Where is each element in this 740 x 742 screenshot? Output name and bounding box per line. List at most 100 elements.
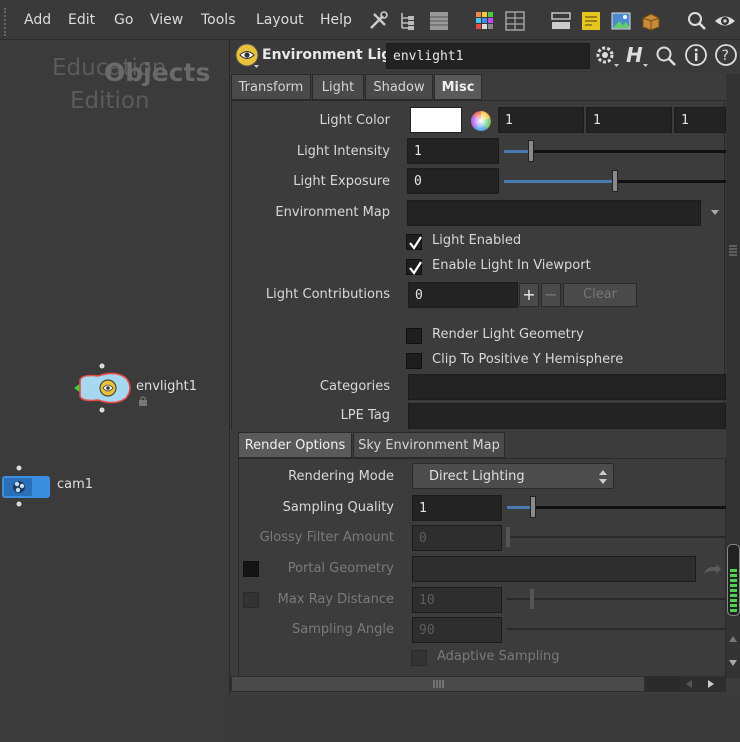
light-intensity-slider-fill [504,150,531,153]
light-exposure-label: Light Exposure [293,174,390,189]
menu-view[interactable]: View [150,12,183,28]
svg-text:H: H [626,43,643,67]
scroll-grip-icon[interactable] [728,244,738,258]
light-color-b-field[interactable]: 1 [674,107,726,133]
lock-icon [139,396,147,406]
image-icon[interactable] [610,11,632,31]
environment-map-field[interactable] [407,200,701,226]
add-contribution-button[interactable]: + [519,283,539,307]
menu-tools[interactable]: Tools [201,12,236,28]
color-grid-icon[interactable] [474,11,496,31]
glossy-filter-slider-knob [506,527,510,547]
camera-node-icon[interactable] [0,464,56,508]
menu-help[interactable]: Help [320,12,352,28]
box-icon[interactable] [640,11,662,31]
light-enabled-checkbox[interactable] [406,234,422,250]
vertical-scrollbar[interactable] [726,74,740,678]
light-color-g-field[interactable]: 1 [586,107,672,133]
portal-geometry-field [412,556,696,582]
rendering-mode-select[interactable]: Direct Lighting [412,463,614,489]
enable-viewport-checkbox[interactable] [406,259,422,275]
lpe-tag-field[interactable] [408,403,726,429]
node-type-icon[interactable] [234,43,260,69]
network-editor[interactable]: Education Edition Objects envlight1 cam1 [0,40,229,742]
menu-go[interactable]: Go [114,12,133,28]
menu-add[interactable]: Add [24,12,51,28]
checkmark-icon [409,236,422,250]
checkmark-icon [409,261,422,275]
svg-text:?: ? [722,48,729,64]
remove-contribution-button[interactable]: − [541,283,561,307]
light-color-r-field[interactable]: 1 [498,107,584,133]
node-chooser-arrow-icon [704,564,721,574]
menu-layout[interactable]: Layout [256,12,304,28]
tab-sky-environment-map[interactable]: Sky Environment Map [353,432,505,458]
node-label-cam1[interactable]: cam1 [57,477,93,492]
node-name-field[interactable]: envlight1 [386,43,590,69]
light-color-label: Light Color [319,113,390,128]
light-contributions-field[interactable]: 0 [408,282,518,308]
network-layout-icon[interactable] [550,11,572,31]
network-context-title: Objects [104,58,211,87]
node-label-envlight1[interactable]: envlight1 [136,379,197,394]
max-ray-distance-label: Max Ray Distance [277,592,394,607]
light-exposure-slider-fill [504,180,615,183]
tab-misc[interactable]: Misc [434,74,482,100]
scroll-up-arrow-icon[interactable] [728,634,738,644]
parameter-editor: Environment Light envlight1 H ? Transfor… [229,40,740,695]
light-intensity-slider-knob[interactable] [528,140,534,162]
parm-search-icon[interactable] [654,44,678,68]
light-exposure-slider-knob[interactable] [612,170,618,192]
eye-icon[interactable] [714,11,736,31]
menu-bar: Add Edit Go View Tools Layout Help [0,0,740,40]
adaptive-sampling-label: Adaptive Sampling [437,649,560,664]
menu-edit[interactable]: Edit [68,12,95,28]
tools-icon[interactable] [368,11,390,31]
light-enabled-label: Light Enabled [432,233,522,248]
scroll-down-arrow-icon[interactable] [728,658,738,668]
envlight-node-icon[interactable] [68,362,134,414]
max-ray-distance-field: 10 [412,587,502,613]
scroll-left-arrow-icon[interactable] [684,679,694,689]
toolbar-grip[interactable] [4,8,12,36]
list-icon[interactable] [428,11,450,31]
clip-positive-y-label: Clip To Positive Y Hemisphere [432,352,624,367]
categories-field[interactable] [408,374,726,400]
sampling-quality-field[interactable]: 1 [412,495,502,521]
hscroll-grip-icon[interactable] [432,679,444,689]
tree-icon[interactable] [398,11,420,31]
scroll-right-arrow-icon[interactable] [706,679,716,689]
help-h-icon[interactable]: H [623,43,649,69]
gear-icon[interactable] [594,44,620,68]
tab-shadow[interactable]: Shadow [365,74,433,100]
color-wheel-icon[interactable] [470,110,492,132]
glossy-filter-label: Glossy Filter Amount [259,530,394,545]
search-icon[interactable] [686,11,708,31]
sampling-quality-slider-track[interactable] [507,506,726,509]
render-light-geometry-checkbox[interactable] [406,328,422,344]
light-intensity-slider-track[interactable] [504,150,726,153]
horizontal-scroll-track [646,677,680,691]
portal-geometry-label: Portal Geometry [287,561,394,576]
clip-positive-y-checkbox[interactable] [406,353,422,369]
file-chooser-arrow-icon[interactable] [708,205,722,219]
light-color-swatch[interactable] [410,107,462,133]
tab-render-options[interactable]: Render Options [238,432,352,458]
info-icon[interactable] [684,43,708,67]
light-intensity-field[interactable]: 1 [407,138,499,164]
horizontal-scrollbar[interactable] [230,676,726,692]
adaptive-sampling-checkbox[interactable] [411,650,427,666]
parm-grid-icon[interactable] [504,11,526,31]
rendering-mode-label: Rendering Mode [288,469,394,484]
tab-light[interactable]: Light [312,74,364,100]
parameter-header: Environment Light envlight1 H ? [230,40,740,72]
glossy-filter-field: 0 [412,525,502,551]
sampling-quality-label: Sampling Quality [282,500,394,515]
tab-transform[interactable]: Transform [231,74,311,100]
glossy-filter-slider-track [507,536,726,538]
help-icon[interactable]: ? [714,43,738,67]
light-exposure-field[interactable]: 0 [407,168,499,194]
sampling-quality-slider-knob[interactable] [530,496,536,518]
sticky-note-icon[interactable] [580,11,602,31]
clear-contributions-button[interactable]: Clear [563,283,637,307]
